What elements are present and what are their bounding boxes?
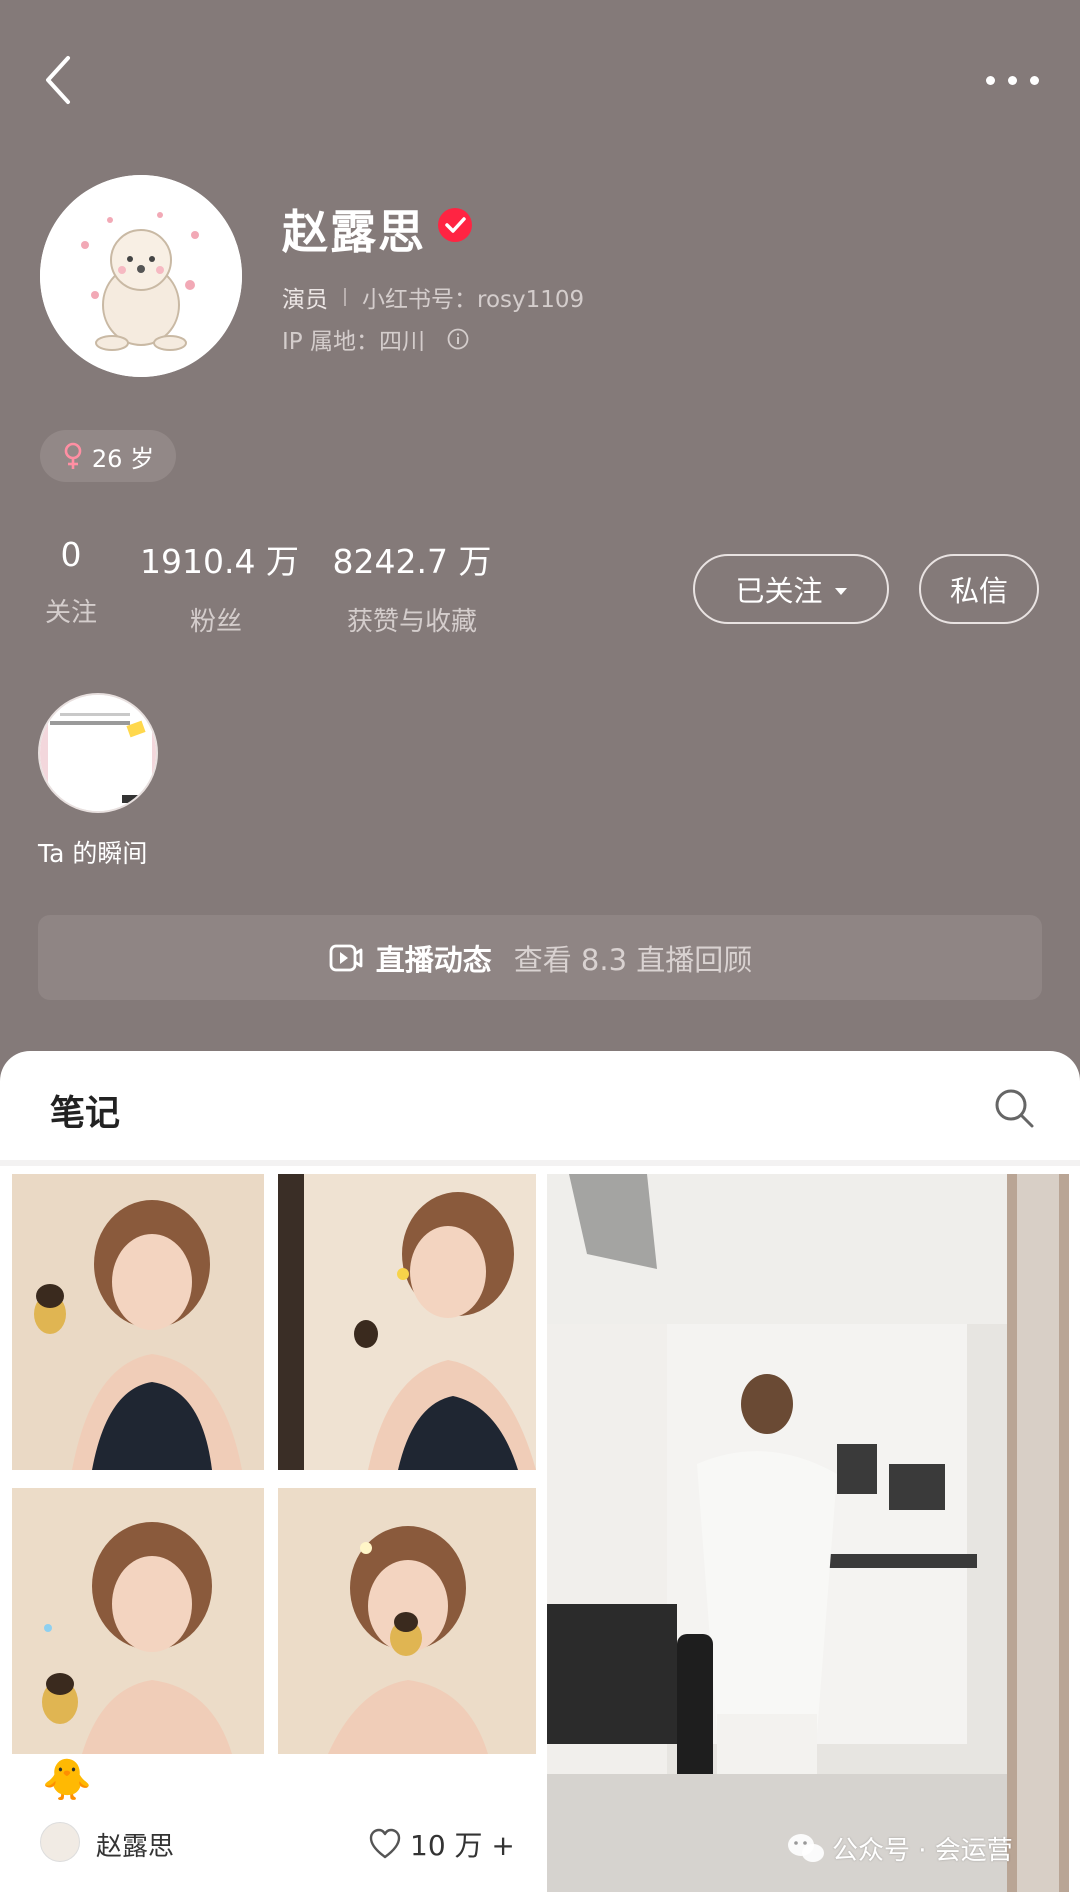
stat-value: 0: [60, 535, 82, 574]
author-avatar: [40, 1822, 80, 1862]
caret-down-icon: [834, 587, 847, 595]
profile-meta: 演员 小红书号：rosy1109: [282, 280, 584, 314]
live-video-icon: [329, 944, 363, 971]
ip-location: IP 属地：四川: [282, 322, 469, 356]
more-horizontal-icon: [986, 76, 995, 85]
profile-name: 赵露思: [282, 205, 426, 259]
avatar[interactable]: [40, 175, 242, 377]
back-button[interactable]: [40, 52, 80, 108]
age-label: 26 岁: [91, 444, 155, 473]
live-replay-banner[interactable]: 直播动态 查看 8.3 直播回顾: [38, 915, 1042, 1000]
note-photo: [547, 1174, 1069, 1892]
occupation-label: 演员: [282, 287, 328, 313]
xhs-id-label: 小红书号：rosy1109: [362, 287, 585, 313]
like-count: 10 万 +: [410, 1829, 515, 1862]
like-button[interactable]: 10 万 +: [368, 1824, 515, 1864]
follow-label: 已关注: [735, 574, 823, 608]
stat-likes[interactable]: 8242.7 万 获赞与收藏: [330, 535, 494, 638]
chevron-left-icon: [46, 56, 70, 104]
stat-value: 1910.4 万: [140, 542, 299, 581]
note-photo: [12, 1488, 264, 1754]
stat-following[interactable]: 0 关注: [40, 535, 102, 629]
note-photo: [278, 1488, 536, 1754]
stat-value: 8242.7 万: [332, 542, 492, 581]
note-card[interactable]: [547, 1174, 1069, 1892]
ip-label: IP 属地：四川: [282, 329, 425, 355]
moment-thumbnail[interactable]: [38, 693, 158, 813]
message-label: 私信: [949, 574, 1008, 608]
moment-image: [40, 695, 156, 811]
live-subtitle: 查看 8.3 直播回顾: [513, 942, 753, 977]
note-author: 赵露思: [96, 1832, 175, 1862]
note-photo: [12, 1174, 264, 1470]
age-badge: 26 岁: [40, 430, 176, 482]
watermark-text: 公众号 · 会运营: [832, 1836, 1013, 1866]
wechat-icon: [788, 1833, 824, 1862]
watermark: 公众号 · 会运营: [786, 1830, 1013, 1867]
divider: [344, 288, 346, 306]
divider: [0, 1160, 1080, 1166]
follow-button[interactable]: 已关注: [693, 554, 889, 624]
stat-followers[interactable]: 1910.4 万 粉丝: [140, 535, 299, 638]
female-icon: [64, 442, 82, 469]
stat-label: 粉丝: [189, 607, 242, 637]
notes-tab[interactable]: 笔记: [50, 1085, 120, 1136]
notes-search-button[interactable]: [992, 1086, 1036, 1130]
message-button[interactable]: 私信: [919, 554, 1039, 624]
info-icon[interactable]: [447, 328, 469, 350]
avatar-illustration: [40, 175, 242, 377]
heart-icon: [369, 1828, 401, 1859]
live-title: 直播动态: [375, 942, 492, 977]
more-button[interactable]: [978, 60, 1048, 100]
note-card-title: 🐥: [42, 1757, 92, 1803]
stat-label: 关注: [44, 598, 97, 628]
stat-label: 获赞与收藏: [346, 607, 477, 637]
search-icon: [995, 1089, 1034, 1128]
note-photo: [278, 1174, 536, 1470]
verified-badge-icon: [437, 207, 473, 243]
moments-label: Ta 的瞬间: [38, 839, 148, 868]
